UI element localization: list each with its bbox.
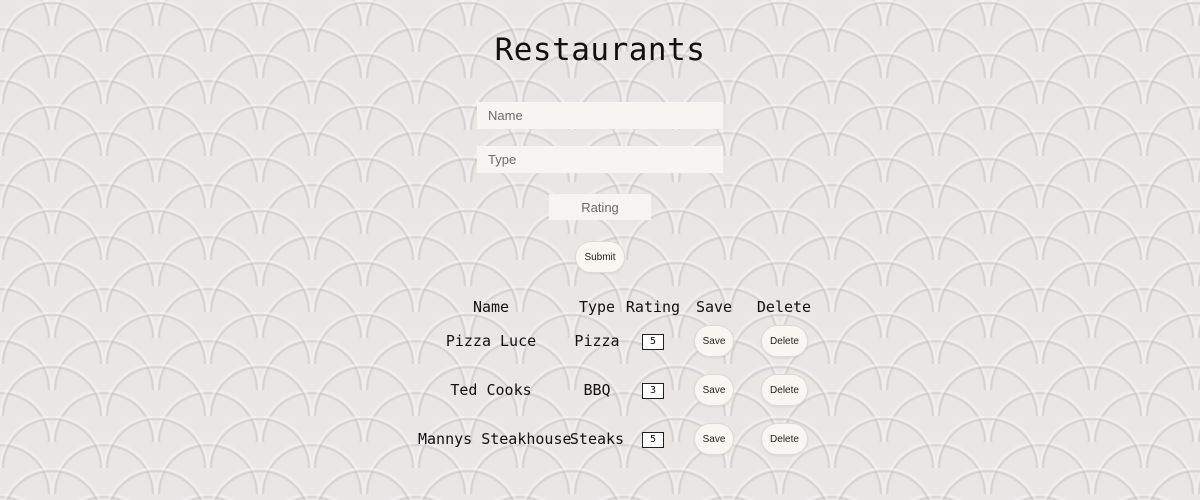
page-title: Restaurants <box>494 32 706 68</box>
name-input[interactable] <box>477 102 723 129</box>
restaurant-name: Pizza Luce <box>445 332 537 350</box>
save-button[interactable]: Save <box>694 374 734 406</box>
rating-input[interactable] <box>549 194 651 220</box>
header-rating: Rating <box>625 298 681 316</box>
delete-button[interactable]: Delete <box>761 423 808 455</box>
header-delete: Delete <box>756 298 812 316</box>
header-type: Type <box>578 298 616 316</box>
restaurant-name: Mannys Steakhouse <box>418 430 572 448</box>
type-input[interactable] <box>477 146 723 173</box>
rating-field[interactable]: 5 <box>642 432 664 448</box>
delete-button[interactable]: Delete <box>761 325 808 357</box>
header-save: Save <box>695 298 733 316</box>
restaurant-type: BBQ <box>583 381 611 399</box>
restaurant-type: Steaks <box>569 430 625 448</box>
rating-field[interactable]: 5 <box>642 334 664 350</box>
submit-button[interactable]: Submit <box>575 241 625 273</box>
save-button[interactable]: Save <box>694 325 734 357</box>
save-button[interactable]: Save <box>694 423 734 455</box>
header-name: Name <box>472 298 510 316</box>
rating-field[interactable]: 3 <box>642 383 664 399</box>
restaurant-type: Pizza <box>574 332 620 350</box>
delete-button[interactable]: Delete <box>761 374 808 406</box>
restaurant-name: Ted Cooks <box>450 381 532 399</box>
